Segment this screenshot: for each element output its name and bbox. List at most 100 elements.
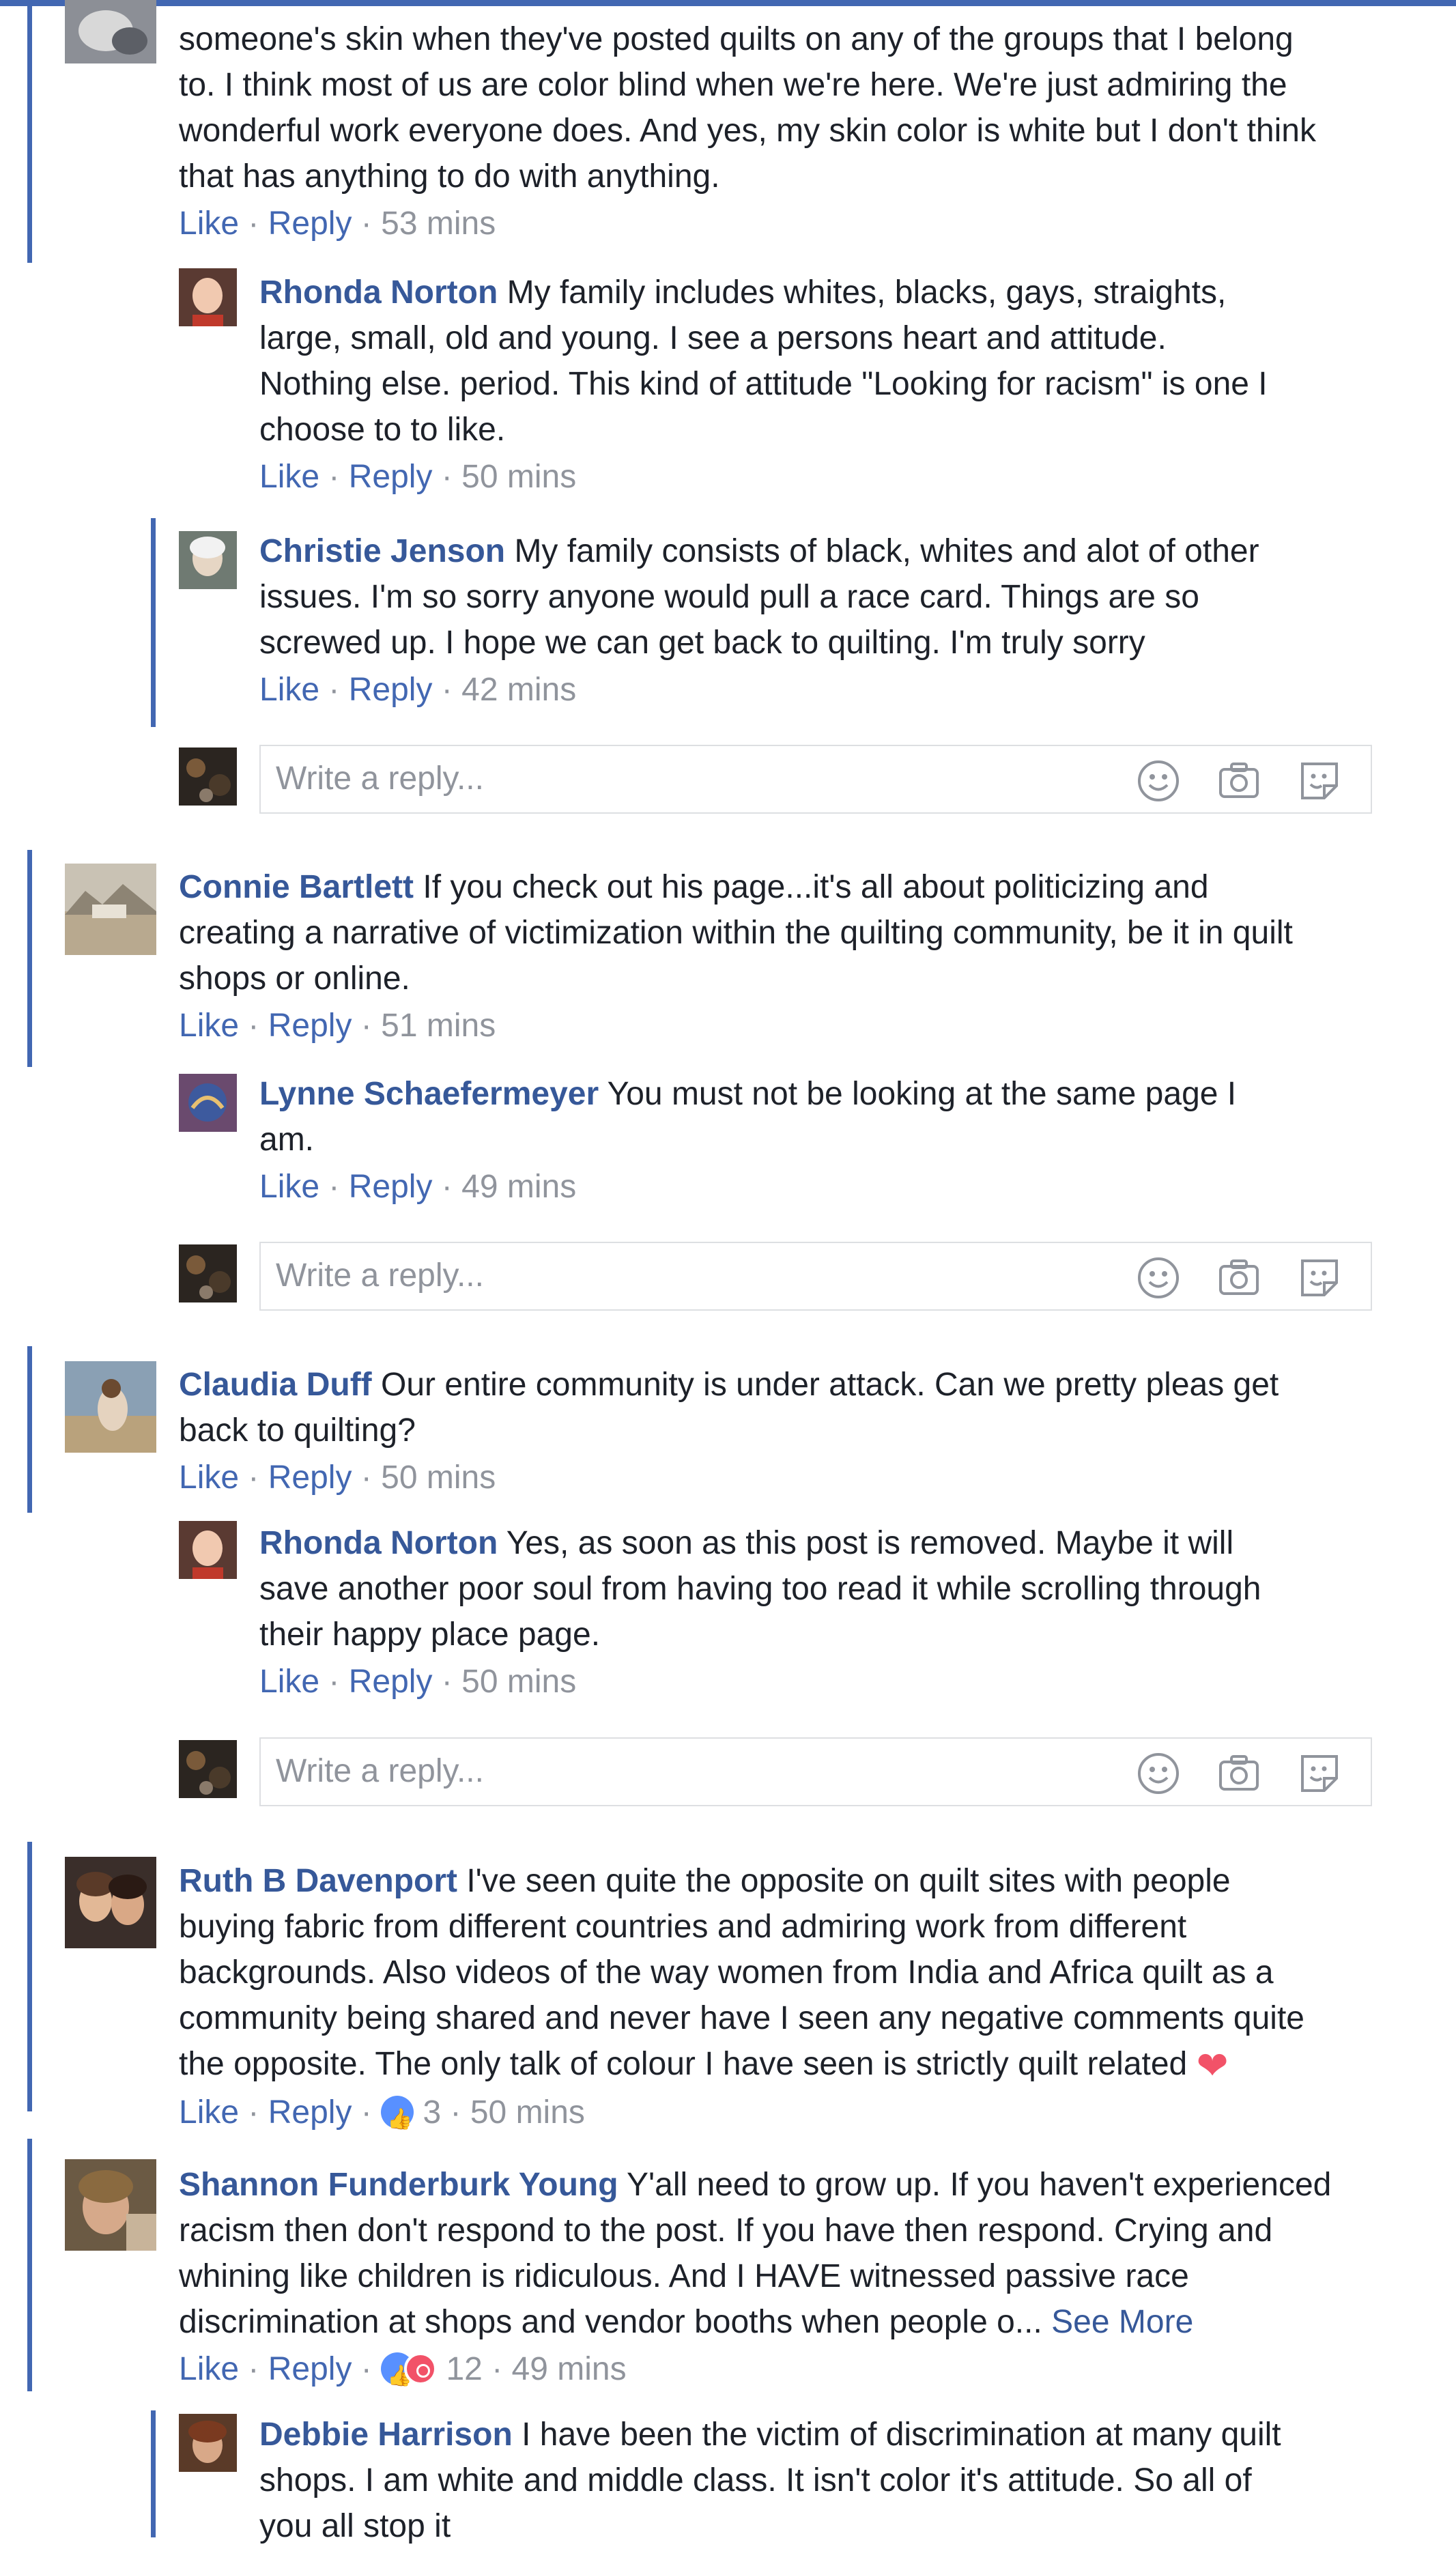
avatar[interactable] bbox=[179, 1074, 237, 1132]
smiley-icon[interactable] bbox=[1136, 758, 1181, 803]
current-user-avatar bbox=[179, 747, 237, 806]
avatar[interactable] bbox=[179, 531, 237, 589]
author-name[interactable]: Rhonda Norton bbox=[259, 1525, 498, 1561]
comment-text: If you check out his page...it's all abo… bbox=[423, 869, 1209, 905]
author-name[interactable]: Christie Jenson bbox=[259, 533, 505, 569]
like-link[interactable]: Like bbox=[179, 1459, 239, 1496]
separator: · bbox=[360, 1008, 372, 1044]
like-link[interactable]: Like bbox=[179, 2351, 239, 2387]
like-link[interactable]: Like bbox=[179, 2094, 239, 2131]
separator: · bbox=[248, 1459, 259, 1496]
separator: · bbox=[248, 2351, 259, 2387]
avatar[interactable] bbox=[179, 268, 237, 326]
author-name[interactable]: Lynne Schaefermeyer bbox=[259, 1076, 599, 1112]
like-link[interactable]: Like bbox=[259, 672, 319, 708]
see-more-link[interactable]: See More bbox=[1051, 2304, 1193, 2340]
comment-text: I've seen quite the opposite on quilt si… bbox=[466, 1863, 1231, 1899]
reply-link[interactable]: Reply bbox=[268, 1008, 352, 1044]
avatar[interactable] bbox=[179, 2414, 237, 2472]
like-reaction-icon bbox=[381, 2096, 414, 2140]
comment-actions: Like · Reply · 50 mins bbox=[259, 1662, 1386, 1703]
comment-body: Connie Bartlett If you check out his pag… bbox=[179, 864, 1421, 1046]
camera-icon[interactable] bbox=[1216, 1751, 1261, 1796]
like-link[interactable]: Like bbox=[259, 459, 319, 495]
reply-link[interactable]: Reply bbox=[268, 205, 352, 242]
separator: · bbox=[450, 2094, 461, 2131]
comment-actions: Like · Reply · 42 mins bbox=[259, 670, 1386, 711]
current-user-avatar bbox=[179, 1244, 237, 1302]
sticker-icon[interactable] bbox=[1297, 758, 1342, 803]
camera-icon[interactable] bbox=[1216, 1255, 1261, 1300]
comment-text: their happy place page. bbox=[259, 1617, 601, 1653]
reply-link[interactable]: Reply bbox=[268, 2351, 352, 2387]
separator: · bbox=[248, 205, 259, 242]
comment-text: My family consists of black, whites and … bbox=[514, 533, 1259, 569]
avatar[interactable] bbox=[65, 1857, 156, 1948]
comment-text: Yes, as soon as this post is removed. Ma… bbox=[506, 1525, 1234, 1561]
separator: · bbox=[328, 459, 340, 495]
comment-text: backgrounds. Also videos of the way wome… bbox=[179, 1954, 1274, 1991]
author-name[interactable]: Rhonda Norton bbox=[259, 274, 498, 311]
reply-placeholder: Write a reply... bbox=[276, 1753, 484, 1789]
avatar[interactable] bbox=[65, 0, 156, 63]
comment-text: discrimination at shops and vendor booth… bbox=[179, 2304, 1042, 2340]
reply-link[interactable]: Reply bbox=[268, 1459, 352, 1496]
reply-link[interactable]: Reply bbox=[349, 459, 433, 495]
reactions[interactable]: 3 bbox=[381, 2094, 441, 2140]
reactions[interactable]: 12 bbox=[381, 2351, 483, 2397]
comment-text: back to quilting? bbox=[179, 1412, 416, 1449]
avatar[interactable] bbox=[65, 864, 156, 955]
separator: · bbox=[360, 2094, 372, 2131]
reply-link[interactable]: Reply bbox=[349, 1169, 433, 1205]
author-name[interactable]: Claudia Duff bbox=[179, 1367, 372, 1403]
author-name[interactable]: Debbie Harrison bbox=[259, 2417, 513, 2453]
separator: · bbox=[441, 459, 453, 495]
timestamp[interactable]: 49 mins bbox=[512, 2351, 627, 2387]
comment-actions: Like · Reply · 3 · 50 mins bbox=[179, 2092, 1435, 2140]
smiley-icon[interactable] bbox=[1136, 1255, 1181, 1300]
comment-text: I have been the victim of discrimination… bbox=[522, 2417, 1281, 2453]
reply-input[interactable]: Write a reply... bbox=[259, 745, 1372, 814]
current-user-avatar bbox=[179, 1740, 237, 1798]
comment-text: shops. I am white and middle class. It i… bbox=[259, 2462, 1252, 2498]
timestamp[interactable]: 50 mins bbox=[470, 2094, 585, 2131]
reply-link[interactable]: Reply bbox=[349, 672, 433, 708]
sticker-icon[interactable] bbox=[1297, 1255, 1342, 1300]
comment-actions: Like · Reply · 53 mins bbox=[179, 203, 1408, 244]
like-link[interactable]: Like bbox=[179, 1008, 239, 1044]
comment-text: Our entire community is under attack. Ca… bbox=[381, 1367, 1279, 1403]
author-name[interactable]: Connie Bartlett bbox=[179, 869, 414, 905]
avatar[interactable] bbox=[65, 2159, 156, 2251]
camera-icon[interactable] bbox=[1216, 758, 1261, 803]
comment-text: you all stop it bbox=[259, 2508, 451, 2544]
comment-body: Shannon Funderburk Young Y'all need to g… bbox=[179, 2162, 1435, 2397]
reply-link[interactable]: Reply bbox=[268, 2094, 352, 2131]
timestamp[interactable]: 50 mins bbox=[381, 1459, 496, 1496]
timestamp[interactable]: 50 mins bbox=[461, 1664, 576, 1700]
reply-input[interactable]: Write a reply... bbox=[259, 1737, 1372, 1806]
timestamp[interactable]: 51 mins bbox=[381, 1008, 496, 1044]
smiley-icon[interactable] bbox=[1136, 1751, 1181, 1796]
like-link[interactable]: Like bbox=[179, 205, 239, 242]
comment-text: wonderful work everyone does. And yes, m… bbox=[179, 113, 1316, 149]
thread-bar bbox=[27, 1842, 32, 2111]
like-link[interactable]: Like bbox=[259, 1664, 319, 1700]
avatar[interactable] bbox=[65, 1361, 156, 1453]
timestamp[interactable]: 53 mins bbox=[381, 205, 496, 242]
comment-body: Claudia Duff Our entire community is und… bbox=[179, 1362, 1421, 1498]
timestamp[interactable]: 50 mins bbox=[461, 459, 576, 495]
comment-text: that has anything to do with anything. bbox=[179, 158, 720, 195]
reply-input[interactable]: Write a reply... bbox=[259, 1242, 1372, 1311]
timestamp[interactable]: 42 mins bbox=[461, 672, 576, 708]
avatar[interactable] bbox=[179, 1521, 237, 1579]
comment-text: large, small, old and young. I see a per… bbox=[259, 320, 1167, 356]
reply-link[interactable]: Reply bbox=[349, 1664, 433, 1700]
comment-text: issues. I'm so sorry anyone would pull a… bbox=[259, 579, 1199, 615]
author-name[interactable]: Shannon Funderburk Young bbox=[179, 2167, 618, 2203]
timestamp[interactable]: 49 mins bbox=[461, 1169, 576, 1205]
separator: · bbox=[360, 205, 372, 242]
author-name[interactable]: Ruth B Davenport bbox=[179, 1863, 457, 1899]
like-link[interactable]: Like bbox=[259, 1169, 319, 1205]
sticker-icon[interactable] bbox=[1297, 1751, 1342, 1796]
reply-placeholder: Write a reply... bbox=[276, 760, 484, 797]
